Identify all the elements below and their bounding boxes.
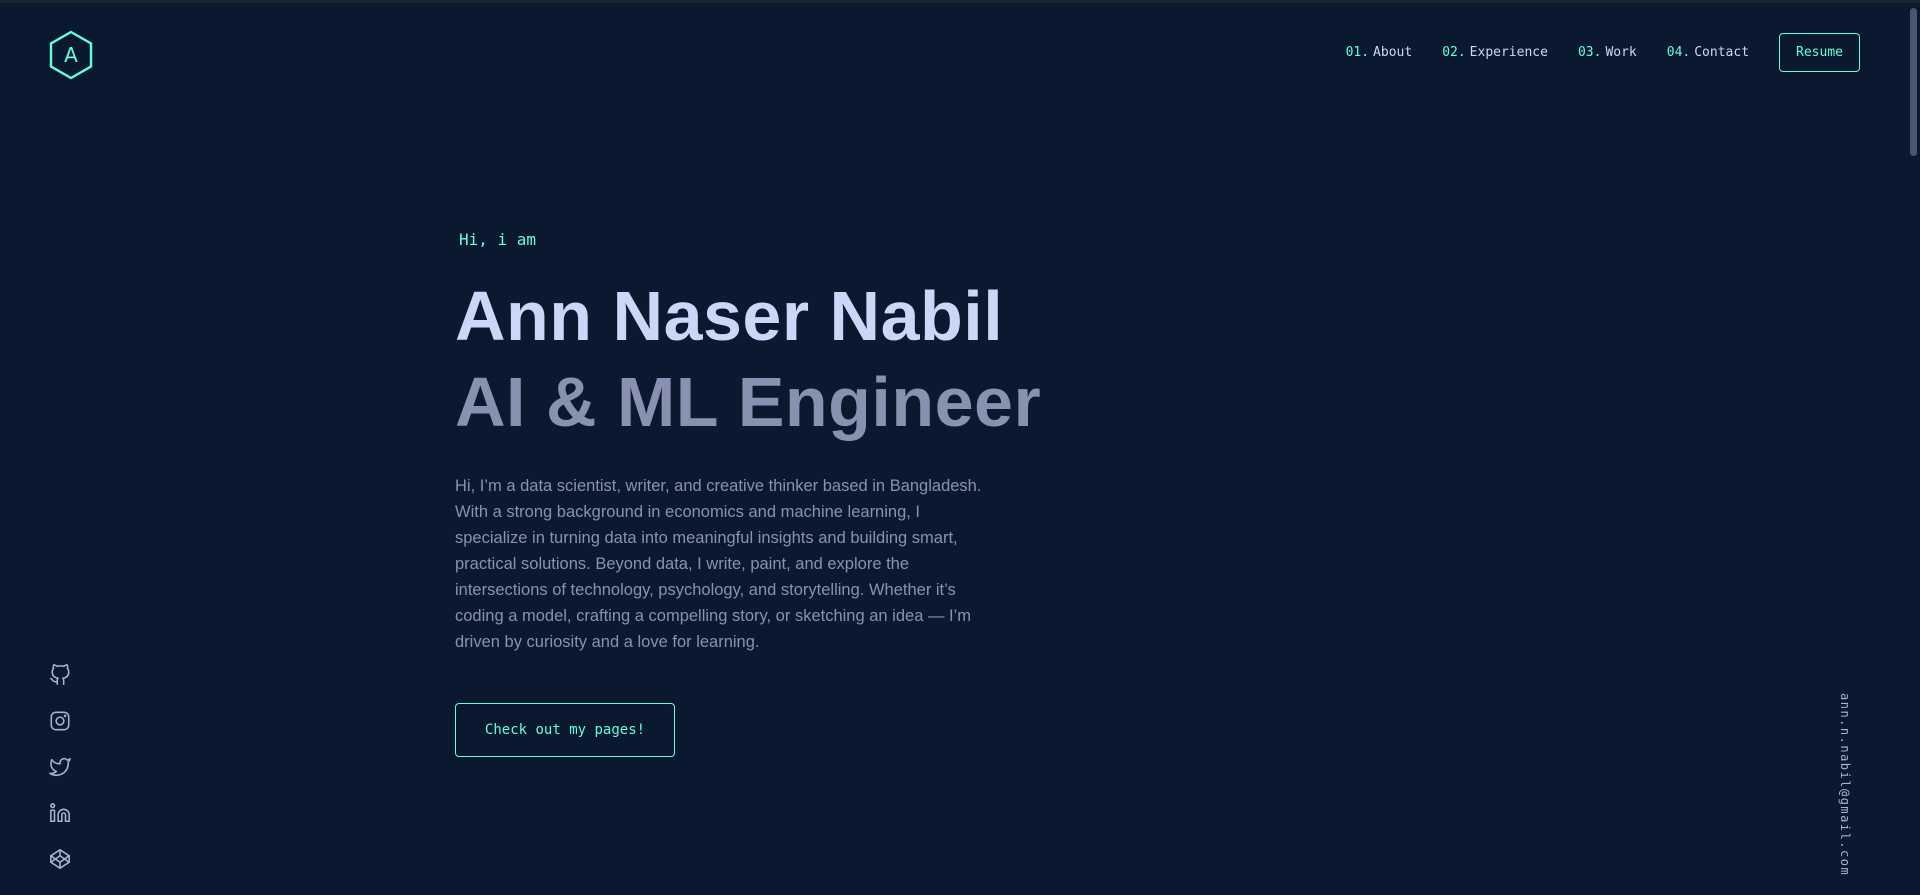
nav-item-work[interactable]: 03. Work <box>1578 45 1637 60</box>
nav-number: 04. <box>1666 44 1691 60</box>
linkedin-icon[interactable] <box>49 802 71 824</box>
codepen-icon[interactable] <box>49 848 71 870</box>
scrollbar[interactable] <box>1906 0 1920 895</box>
nav-number: 02. <box>1442 44 1466 60</box>
github-icon[interactable] <box>49 664 71 686</box>
hero-bio: Hi, I’m a data scientist, writer, and cr… <box>455 477 982 651</box>
hero-role: AI & ML Engineer <box>455 363 1042 441</box>
hero-name: Ann Naser Nabil <box>455 277 1004 355</box>
nav-number: 01. <box>1345 44 1370 60</box>
top-border <box>0 0 1920 3</box>
top-nav: 01. About 02. Experience 03. Work 04. Contac… <box>1346 32 1860 72</box>
nav-item-experience[interactable]: 02. Experience <box>1442 45 1548 60</box>
logo[interactable]: A <box>48 30 94 80</box>
nav-label: Experience <box>1469 44 1548 60</box>
check-pages-button[interactable]: Check out my pages! <box>455 703 675 757</box>
nav-label: Contact <box>1694 44 1750 60</box>
hero-section: Hi, i am Ann Naser Nabil AI & ML Enginee… <box>455 230 1075 757</box>
nav-number: 03. <box>1577 44 1602 60</box>
logo-letter: A <box>64 43 78 67</box>
resume-button[interactable]: Resume <box>1779 32 1860 72</box>
nav-label: About <box>1373 44 1413 60</box>
instagram-icon[interactable] <box>49 710 71 732</box>
email-link[interactable]: ann.n.nabil@gmail.com <box>1838 693 1852 876</box>
nav-item-about[interactable]: 01. About <box>1346 45 1413 60</box>
nav-item-contact[interactable]: 04. Contact <box>1667 45 1749 60</box>
twitter-icon[interactable] <box>49 756 71 778</box>
scrollbar-thumb[interactable] <box>1910 8 1917 156</box>
greeting-text: Hi, i am <box>459 230 537 249</box>
nav-label: Work <box>1605 44 1637 60</box>
social-links <box>46 664 74 894</box>
